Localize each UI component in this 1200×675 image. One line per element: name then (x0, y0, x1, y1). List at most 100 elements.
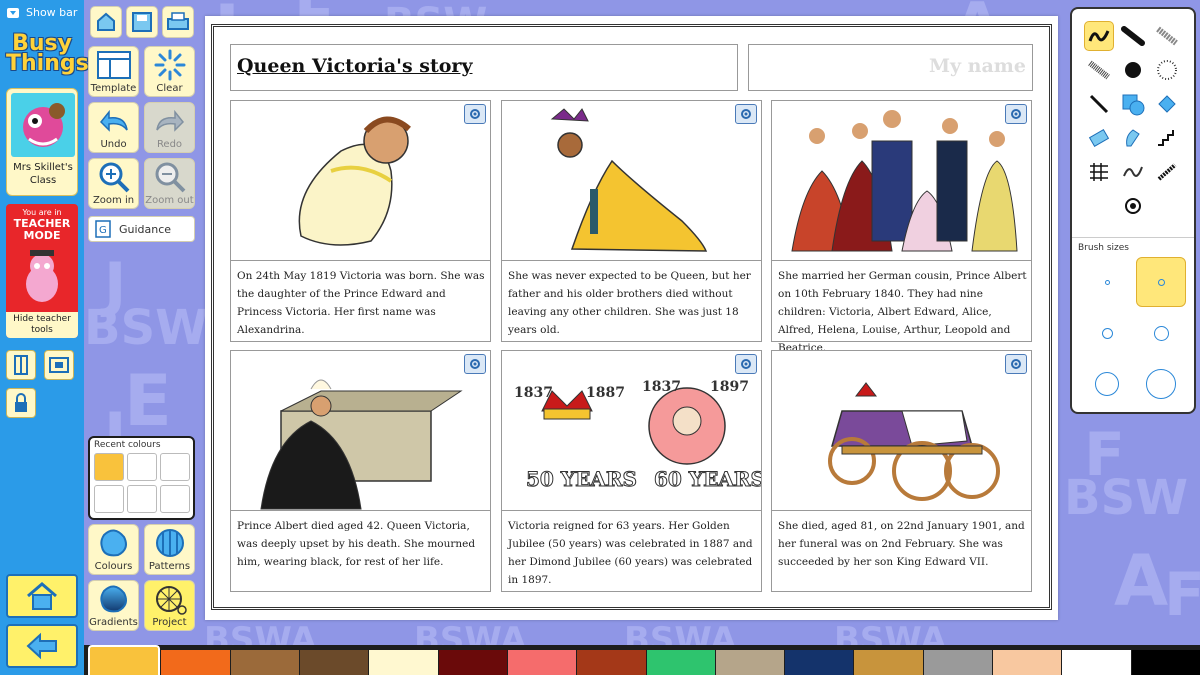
recent-colour-swatch[interactable] (94, 485, 124, 513)
young-queen-image (502, 101, 761, 261)
colours-button[interactable]: Colours (88, 524, 139, 575)
home-folder-button[interactable] (90, 6, 122, 38)
story-panel[interactable]: She was never expected to be Queen, but … (501, 100, 762, 342)
story-panel[interactable]: On 24th May 1819 Victoria was born. She … (230, 100, 491, 342)
brush-shapes[interactable] (1118, 89, 1148, 119)
palette-colour-swatch[interactable] (646, 650, 715, 675)
palette-colour-swatch[interactable] (785, 650, 854, 675)
project-button[interactable]: Project (144, 580, 195, 631)
patterns-button[interactable]: Patterns (144, 524, 195, 575)
brush-crayon[interactable] (1084, 55, 1114, 85)
class-card[interactable]: Mrs Skillet's Class (6, 88, 78, 196)
palette-colour-swatch[interactable] (923, 650, 993, 675)
brush-chalk[interactable] (1152, 21, 1182, 51)
clear-button[interactable]: Clear (144, 46, 195, 97)
recent-colour-swatch[interactable] (160, 453, 190, 481)
brush-eraser[interactable] (1084, 123, 1114, 153)
palette-colour-swatch[interactable] (161, 650, 230, 675)
panel-settings-button[interactable] (735, 354, 757, 374)
jubilee-year: 1897 (710, 379, 749, 395)
palette-colour-swatch[interactable] (854, 650, 923, 675)
palette-colour-swatch[interactable] (369, 650, 438, 675)
palette-colour-swatch[interactable] (507, 650, 577, 675)
door-icon (14, 355, 28, 375)
brush-panel: Brush sizes (1070, 7, 1196, 414)
recent-colour-swatch[interactable] (127, 485, 157, 513)
brush-hatch[interactable] (1084, 157, 1114, 187)
palette-colour-swatch[interactable] (230, 650, 299, 675)
save-button[interactable] (126, 6, 158, 38)
lock-button[interactable] (6, 388, 36, 418)
name-placeholder: My name (928, 55, 1026, 77)
brush-size-5[interactable] (1082, 359, 1132, 409)
redo-label: Redo (156, 139, 183, 150)
zoom-out-button[interactable]: Zoom out (144, 158, 195, 209)
brush-stairs[interactable] (1152, 123, 1182, 153)
worksheet-title: Queen Victoria's story (237, 55, 473, 77)
title-box[interactable]: Queen Victoria's story (230, 44, 738, 91)
guidance-button[interactable]: G Guidance (88, 216, 195, 242)
panel-settings-button[interactable] (1005, 104, 1027, 124)
brush-spray[interactable] (1152, 55, 1182, 85)
worksheet[interactable]: Queen Victoria's story My name On 24th M… (205, 16, 1058, 620)
palette-colour-swatch[interactable] (577, 650, 646, 675)
brush-size-4[interactable] (1136, 308, 1186, 358)
brush-size-3[interactable] (1082, 308, 1132, 358)
palette-colour-swatch[interactable] (88, 645, 161, 675)
clear-icon (154, 49, 185, 81)
print-button[interactable] (162, 6, 194, 38)
project-label: Project (152, 617, 187, 628)
recent-colour-swatch[interactable] (160, 485, 190, 513)
brush-scribble[interactable] (1118, 157, 1148, 187)
panel-settings-button[interactable] (464, 104, 486, 124)
brush-size-6[interactable] (1136, 359, 1186, 409)
brush-marker[interactable] (1118, 21, 1148, 51)
brush-pen[interactable] (1084, 21, 1114, 51)
gear-icon (1011, 359, 1021, 369)
brush-airbrush[interactable] (1118, 55, 1148, 85)
brush-size-2[interactable] (1136, 257, 1186, 307)
story-panel[interactable]: Prince Albert died aged 42. Queen Victor… (230, 350, 491, 592)
zoom-in-button[interactable]: Zoom in (88, 158, 139, 209)
zoom-in-icon (99, 162, 129, 193)
hide-teacher-tools-button[interactable]: Hide teacher tools (6, 312, 78, 338)
palette-colour-swatch[interactable] (299, 650, 369, 675)
back-arrow-icon (26, 632, 57, 660)
brush-size-1[interactable] (1082, 257, 1132, 307)
story-panel[interactable]: 1837 1887 1837 1897 50 YEARS 60 YEARS Vi… (501, 350, 762, 592)
brush-fill[interactable] (1152, 89, 1182, 119)
fullscreen-button[interactable] (6, 350, 36, 380)
brush-feather[interactable] (1152, 157, 1182, 187)
panel-settings-button[interactable] (1005, 354, 1027, 374)
back-button[interactable] (6, 624, 78, 668)
home-button[interactable] (6, 574, 78, 618)
gradients-button[interactable]: Gradients (88, 580, 139, 631)
name-field[interactable]: My name (748, 44, 1033, 91)
palette-colour-swatch[interactable] (1131, 650, 1200, 675)
story-panel[interactable]: She married her German cousin, Prince Al… (771, 100, 1032, 354)
undo-button[interactable]: Undo (88, 102, 139, 153)
brush-smudge[interactable] (1118, 123, 1148, 153)
jubilee-label: 60 YEARS (654, 467, 761, 491)
recent-colour-swatch[interactable] (94, 453, 124, 481)
palette-colour-swatch[interactable] (1062, 650, 1131, 675)
story-panel[interactable]: She died, aged 81, on 22nd January 1901,… (771, 350, 1032, 592)
palette-colour-swatch[interactable] (715, 650, 785, 675)
brush-pattern[interactable] (1118, 191, 1148, 221)
fit-screen-button[interactable] (44, 350, 74, 380)
panel-settings-button[interactable] (735, 104, 757, 124)
brush-line[interactable] (1084, 89, 1114, 119)
panel-caption: She was never expected to be Queen, but … (508, 270, 751, 336)
zoom-out-icon (155, 162, 185, 193)
lock-icon (15, 393, 27, 412)
panel-caption: On 24th May 1819 Victoria was born. She … (237, 270, 485, 336)
recent-colour-swatch[interactable] (127, 453, 157, 481)
redo-button[interactable]: Redo (144, 102, 195, 153)
palette-colour-swatch[interactable] (438, 650, 507, 675)
print-icon (167, 12, 189, 30)
panel-settings-button[interactable] (464, 354, 486, 374)
show-bar-toggle[interactable]: Show bar (6, 6, 77, 19)
palette-colour-swatch[interactable] (993, 650, 1062, 675)
template-button[interactable]: Template (88, 46, 139, 97)
teacher-mode-title: TEACHER MODE (13, 217, 71, 242)
